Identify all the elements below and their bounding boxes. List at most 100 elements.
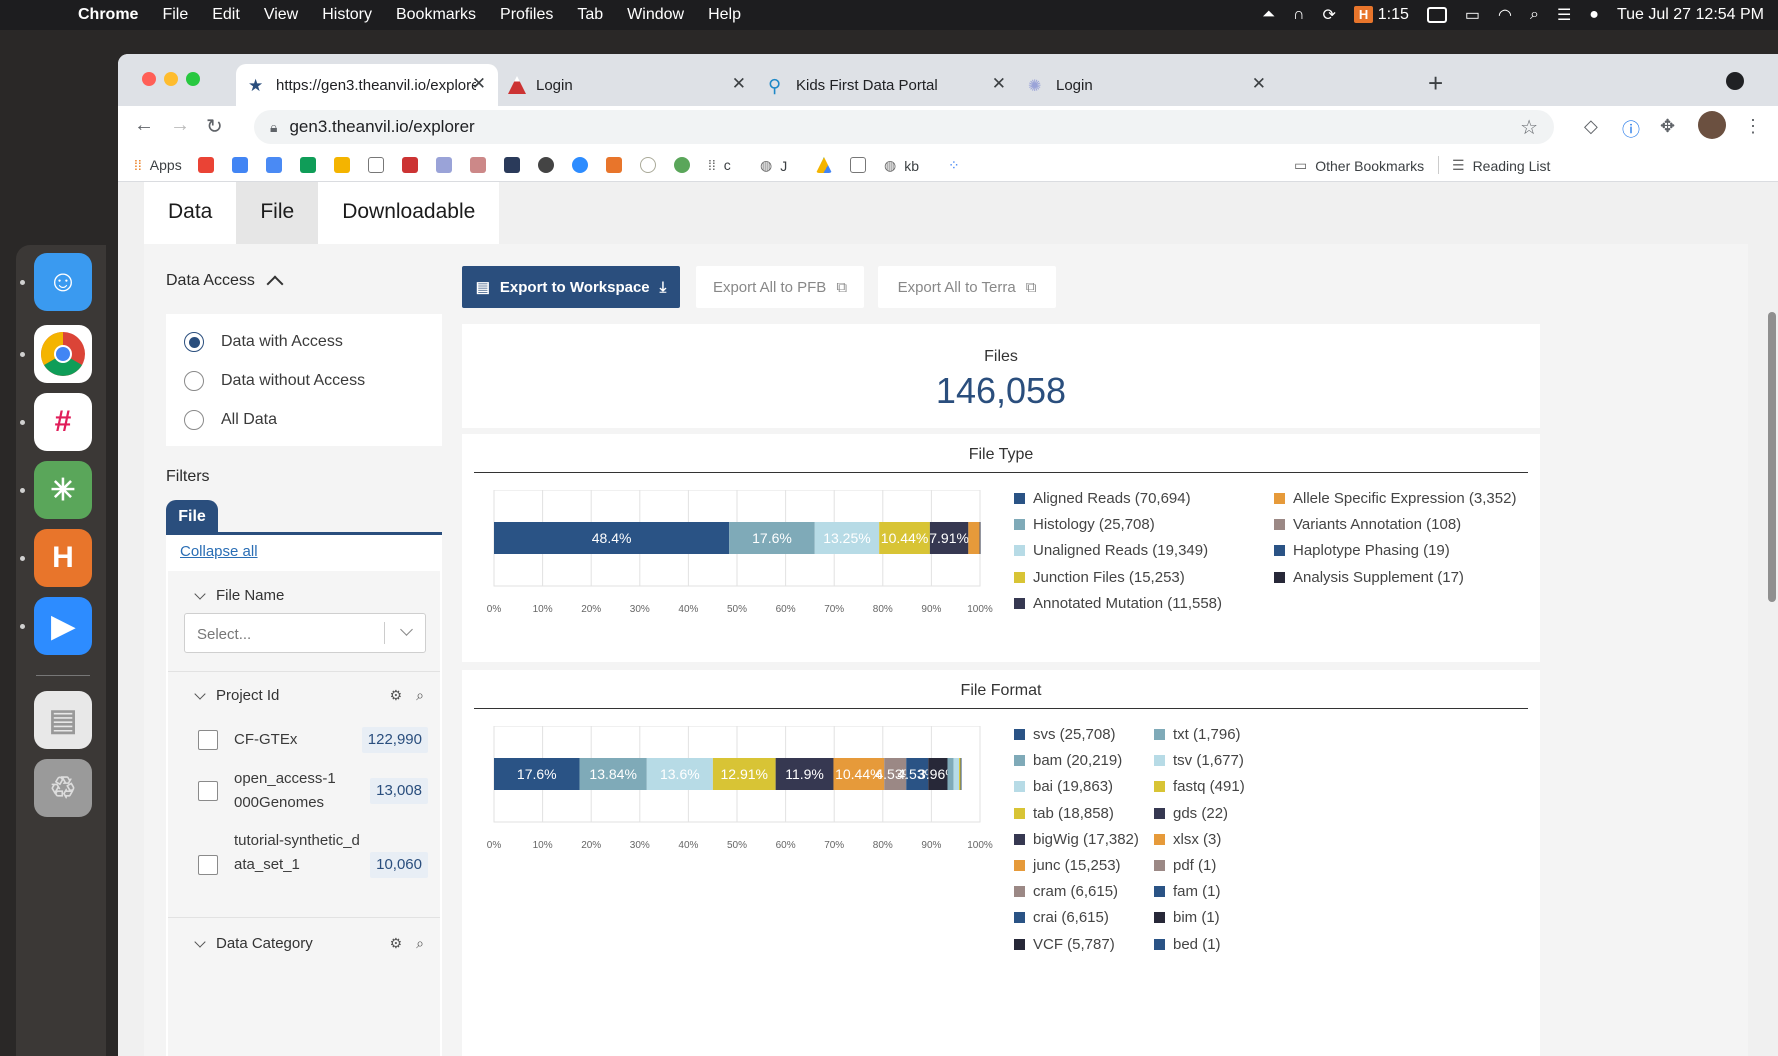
facet-data-category[interactable]: Data Category [194,935,313,952]
calendar-bookmark-icon[interactable] [232,157,248,173]
bookmark-apps[interactable]: ⁞⁞ Apps [134,157,182,173]
menu-bookmarks[interactable]: Bookmarks [396,6,476,24]
filter-tab-file[interactable]: File [166,500,218,532]
checkbox[interactable] [198,781,218,801]
browser-tab-login-2[interactable]: ✺ Login ✕ [1016,64,1278,106]
bookmark-c[interactable]: ⁞⁞ c [708,157,731,173]
page-scrollbar[interactable] [1768,312,1776,602]
other-bookmarks[interactable]: ▭ Other Bookmarks [1294,157,1424,174]
sra-bookmark-icon[interactable] [470,157,486,173]
green-bookmark-icon[interactable] [674,157,690,173]
export-all-to-terra-button[interactable]: Export All to Terra ⧉ [878,266,1056,308]
data-access-toggle[interactable]: Data Access [166,272,284,293]
sync-icon[interactable]: ⟳ [1322,5,1335,25]
slack-icon[interactable]: # [34,393,92,451]
bookmark-star-icon[interactable]: ☆ [1520,115,1538,140]
chrome-menu-icon[interactable]: ⋮ [1744,116,1762,137]
close-tab-icon[interactable]: ✕ [472,74,486,94]
browser-tab-login[interactable]: Login ✕ [496,64,758,106]
facet-file-name[interactable]: File Name [194,587,284,604]
headphones-icon[interactable]: ∩ [1293,6,1305,24]
bookmark-kb[interactable]: ◍ kb [884,157,919,174]
gear-icon[interactable]: ⚙ [390,935,403,952]
close-tab-icon[interactable]: ✕ [732,74,746,94]
project-row[interactable]: open_access-1000Genomes 13,008 [198,767,428,815]
menu-window[interactable]: Window [627,6,684,24]
tab-file[interactable]: File [236,182,319,244]
cloud-bookmark-icon[interactable] [368,157,384,173]
docs-bookmark-icon[interactable] [266,157,282,173]
search-icon[interactable]: ⌕ [416,687,424,704]
lock-icon[interactable]: 🔒︎ [270,119,277,136]
sb-bookmark-icon[interactable] [504,157,520,173]
more-bookmarks-icon[interactable]: ⁘ [948,157,960,174]
back-button[interactable]: ← [134,114,154,137]
tab-search-button[interactable] [1726,72,1744,90]
new-tab-button[interactable]: + [1428,68,1443,99]
checkbox[interactable] [198,730,218,750]
reload-button[interactable]: ↻ [206,114,223,139]
chrome-icon[interactable] [34,325,92,383]
github-bookmark-icon[interactable] [538,157,554,173]
tab-downloadable[interactable]: Downloadable [318,182,499,244]
close-window-button[interactable] [142,72,156,86]
document-icon[interactable]: ▤ [34,691,92,749]
maximize-window-button[interactable] [186,72,200,86]
gear-icon[interactable]: ⚙ [390,687,403,704]
menu-file[interactable]: File [162,6,188,24]
browser-tab-explorer[interactable]: ★ https://gen3.theanvil.io/explorer ✕ [236,64,498,106]
gmail-bookmark-icon[interactable] [198,157,214,173]
siri-icon[interactable]: ● [1589,6,1599,24]
menu-tab[interactable]: Tab [577,6,603,24]
menu-view[interactable]: View [264,6,298,24]
search-icon[interactable]: ⌕ [416,935,424,952]
harvest-icon[interactable]: H [34,529,92,587]
trash-icon[interactable]: ♲ [34,759,92,817]
battery-icon[interactable]: ▭ [1465,5,1480,25]
menu-help[interactable]: Help [708,6,741,24]
menu-clock[interactable]: Tue Jul 27 12:54 PM [1617,6,1764,24]
checkbox[interactable] [198,855,218,875]
project-row[interactable]: tutorial-synthetic_data_set_1 10,060 [198,829,428,901]
radio-data-with-access[interactable]: Data with Access [184,332,343,352]
collapse-all-link[interactable]: Collapse all [180,543,258,560]
harvest-bookmark-icon[interactable] [606,157,622,173]
address-bar[interactable]: 🔒︎ gen3.theanvil.io/explorer ☆ [254,110,1554,144]
password-extension-icon[interactable]: ⓘ [1622,116,1640,142]
tab-data[interactable]: Data [144,182,236,244]
gen3-bookmark-icon[interactable] [436,157,452,173]
info-bookmark-icon[interactable] [640,157,656,173]
spotlight-search-icon[interactable]: ⌕ [1530,6,1539,24]
radio-data-without-access[interactable]: Data without Access [184,371,365,391]
timer-widget[interactable]: H 1:15 [1353,6,1409,24]
network-app-icon[interactable]: ✳ [34,461,92,519]
extensions-puzzle-icon[interactable]: ✥ [1660,116,1675,137]
export-to-workspace-button[interactable]: ▤ Export to Workspace ⤓ [462,266,680,308]
menu-profiles[interactable]: Profiles [500,6,553,24]
pocket-extension-icon[interactable]: ◇ [1584,116,1598,137]
close-tab-icon[interactable]: ✕ [992,74,1006,94]
project-row[interactable]: CF-GTEx 122,990 [198,727,428,753]
anvil-bookmark-icon[interactable] [402,157,418,173]
drive-bookmark-icon[interactable] [816,157,832,173]
zoom-icon[interactable]: ▶ [34,597,92,655]
menu-app-name[interactable]: Chrome [78,6,138,24]
menu-history[interactable]: History [322,6,372,24]
facet-project-id[interactable]: Project Id [194,687,279,704]
control-center-icon[interactable]: ☰ [1557,5,1571,25]
radio-all-data[interactable]: All Data [184,410,277,430]
reading-list[interactable]: ☰ Reading List [1452,157,1550,174]
calendar-day-bookmark-icon[interactable] [850,157,866,173]
sheets-bookmark-icon[interactable] [300,157,316,173]
file-name-select[interactable]: Select... [184,613,426,653]
export-all-to-pfb-button[interactable]: Export All to PFB ⧉ [696,266,864,308]
finder-icon[interactable]: ☺ [34,253,92,311]
minimize-window-button[interactable] [164,72,178,86]
wifi-icon[interactable]: ◠ [1498,5,1512,25]
screen-icon[interactable] [1426,7,1447,23]
bookmark-j[interactable]: ◍ J [760,157,787,174]
menu-edit[interactable]: Edit [212,6,240,24]
status-extension-icon[interactable]: ⏶ [1262,6,1275,24]
chat-bookmark-icon[interactable] [572,157,588,173]
forward-button[interactable]: → [170,114,190,137]
